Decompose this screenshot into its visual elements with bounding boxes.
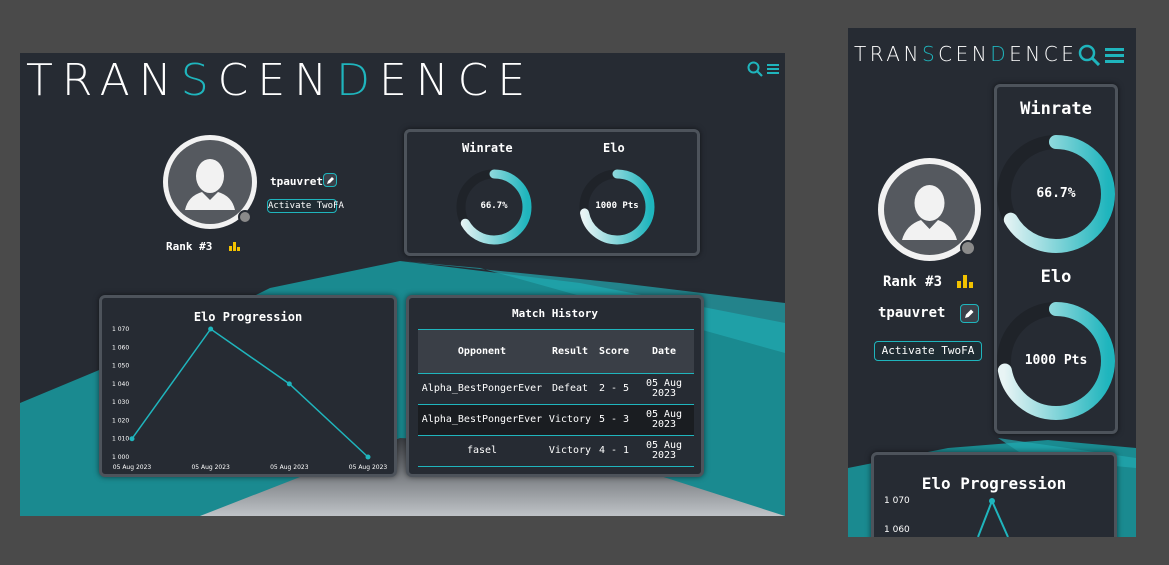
winrate-title: Winrate <box>1020 99 1092 119</box>
hamburger-menu-icon[interactable] <box>766 62 780 76</box>
elo-title: Elo <box>1040 267 1072 287</box>
elo-value: 1000 Pts <box>595 201 639 211</box>
app-logo[interactable]: TRANSCENDENCE <box>26 55 534 106</box>
elo-line-chart: 1 000 1 010 1 020 1 030 1 040 1 050 1 060 1 070… <box>112 326 388 471</box>
nav-icons <box>747 61 780 77</box>
data-point[interactable] <box>286 381 292 387</box>
desktop-view: TRANSCENDENCE tpauvret Activate TwoFA Ra… <box>20 53 785 516</box>
stats-panel: Winrate Elo 66.7% 1000 Pts <box>404 129 700 256</box>
column-score: Score <box>594 329 634 374</box>
column-result: Result <box>546 329 594 374</box>
elo-value: 1000 Pts <box>1024 353 1088 368</box>
data-point[interactable] <box>208 326 214 332</box>
table-row[interactable]: Alpha_BestPongerEver Defeat 2 - 5 05 Aug… <box>418 373 694 405</box>
elo-chart-title: Elo Progression <box>193 310 303 324</box>
match-history-title: Match History <box>511 307 599 320</box>
y-tick-label: 1 020 <box>112 417 129 424</box>
elo-title: Elo <box>603 141 625 155</box>
row-score: 2 - 5 <box>594 373 634 405</box>
stats-panel: Winrate 66.7% Elo 1000 Pts <box>994 84 1118 434</box>
row-opponent: Alpha_BestPongerEver <box>418 373 546 405</box>
elo-line-chart-partial <box>977 498 1009 537</box>
x-tick-label: 05 Aug 2023 <box>113 464 152 471</box>
row-opponent: Alpha_BestPongerEver <box>418 404 546 436</box>
column-opponent: Opponent <box>418 329 546 374</box>
row-date: 05 Aug 2023 <box>634 373 694 405</box>
y-tick-label: 1 070 <box>112 326 129 333</box>
elo-chart-panel: Elo Progression 1 070 1 060 <box>871 452 1117 537</box>
y-tick-label: 1 040 <box>112 381 129 388</box>
x-tick-label: 05 Aug 2023 <box>349 464 388 471</box>
data-point[interactable] <box>365 454 371 460</box>
row-date: 05 Aug 2023 <box>634 404 694 436</box>
row-date: 05 Aug 2023 <box>634 435 694 467</box>
pencil-icon <box>326 176 334 184</box>
y-tick-label: 1 000 <box>112 454 129 461</box>
series-line <box>131 327 369 458</box>
winrate-title: Winrate <box>462 141 513 155</box>
elo-chart-panel: Elo Progression 1 000 1 010 1 020 1 030 1 04… <box>99 295 397 477</box>
search-icon[interactable] <box>747 61 763 77</box>
row-result: Victory <box>546 404 594 436</box>
row-score: 4 - 1 <box>594 435 634 467</box>
row-result: Victory <box>546 435 594 467</box>
winrate-value: 66.7% <box>480 201 508 211</box>
table-row[interactable]: Alpha_BestPongerEver Victory 5 - 3 05 Au… <box>418 404 694 436</box>
avatar[interactable] <box>163 135 257 229</box>
avatar[interactable] <box>878 158 981 261</box>
pencil-icon <box>965 309 974 318</box>
table-row[interactable]: fasel Victory 4 - 1 05 Aug 2023 <box>418 435 694 467</box>
search-icon[interactable] <box>1078 44 1100 66</box>
y-tick-label: 1 050 <box>112 363 129 370</box>
winrate-value: 66.7% <box>1036 186 1076 201</box>
y-tick-label: 1 010 <box>112 436 129 443</box>
nav-icons <box>1078 44 1126 66</box>
online-status-dot <box>960 240 976 256</box>
podium-icon <box>957 275 973 288</box>
activate-twofa-button[interactable]: Activate TwoFA <box>874 341 982 361</box>
podium-icon <box>229 242 240 251</box>
row-score: 5 - 3 <box>594 404 634 436</box>
data-point[interactable] <box>129 436 135 442</box>
rank-label: Rank #3 <box>883 274 943 290</box>
rank-label: Rank #3 <box>166 240 213 253</box>
username: tpauvret <box>878 305 946 321</box>
x-tick-label: 05 Aug 2023 <box>270 464 309 471</box>
column-date: Date <box>634 329 694 374</box>
series-line <box>977 500 993 537</box>
hamburger-menu-icon[interactable] <box>1104 45 1126 65</box>
table-header-row: Opponent Result Score Date <box>418 329 694 374</box>
online-status-dot <box>238 210 252 224</box>
app-logo[interactable]: TRANSCENDENCE <box>854 42 1077 66</box>
row-opponent: fasel <box>418 435 546 467</box>
match-history-table: Opponent Result Score Date Alpha_BestPon… <box>418 329 694 467</box>
x-tick-label: 05 Aug 2023 <box>191 464 230 471</box>
elo-chart-title: Elo Progression <box>921 474 1067 493</box>
y-tick-label: 1 030 <box>112 399 129 406</box>
edit-username-button[interactable] <box>323 173 337 187</box>
match-history-panel: Match History Opponent Result Score Date… <box>406 295 704 477</box>
mobile-view: TRANSCENDENCE Rank #3 tpauvret Activate … <box>848 28 1136 537</box>
series-line <box>991 500 1009 537</box>
y-tick-label: 1 060 <box>112 344 129 351</box>
row-result: Defeat <box>546 373 594 405</box>
data-point <box>989 498 995 504</box>
activate-twofa-button[interactable]: Activate TwoFA <box>267 199 344 213</box>
username: tpauvret <box>270 175 323 188</box>
edit-username-button[interactable] <box>960 304 979 323</box>
